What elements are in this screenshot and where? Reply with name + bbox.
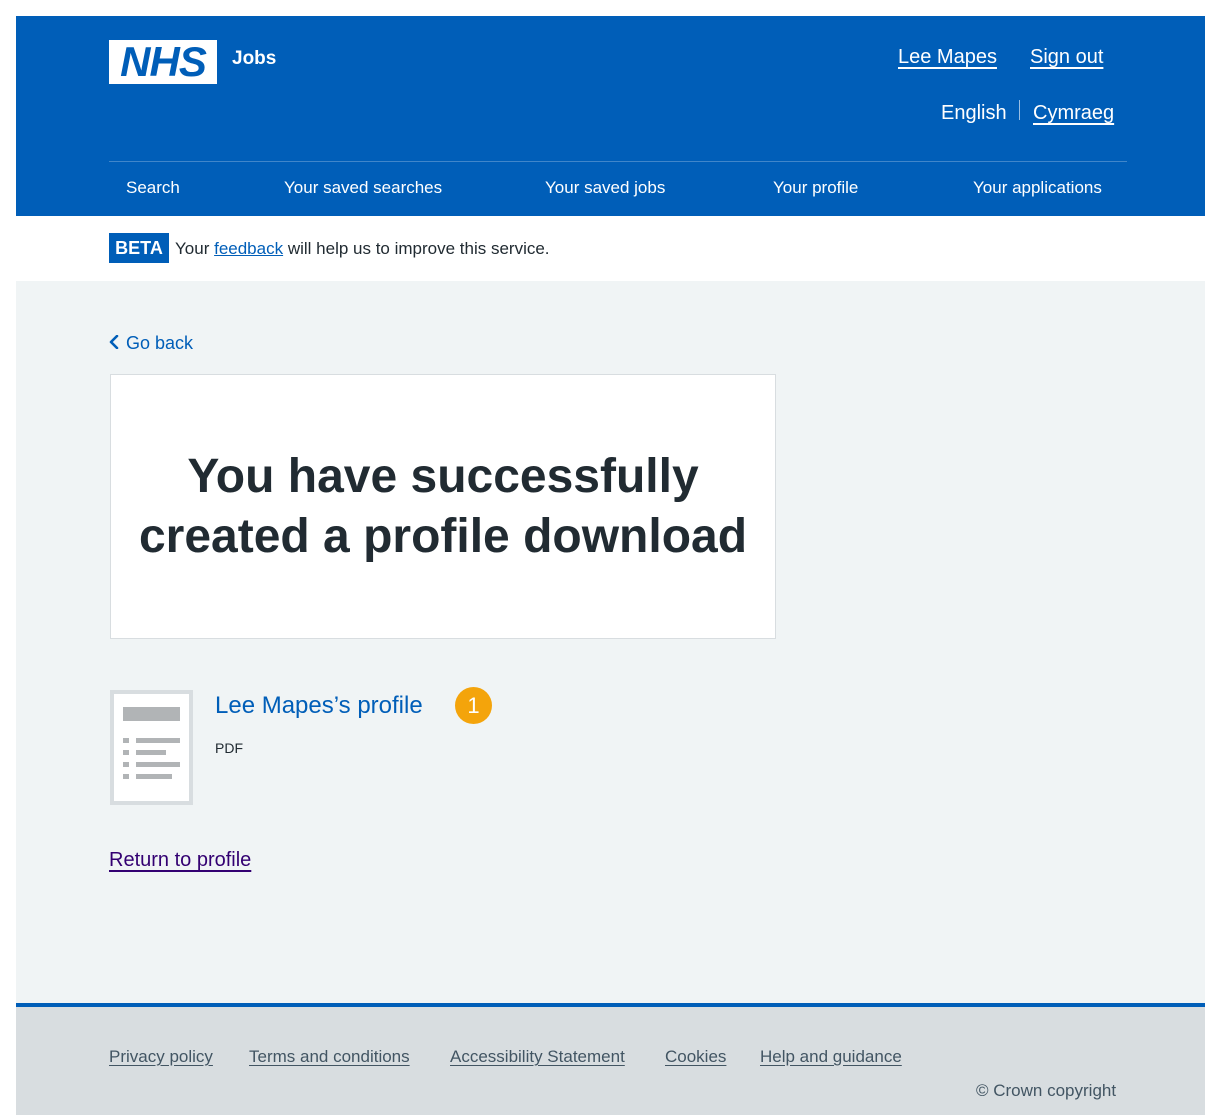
nav-applications[interactable]: Your applications [973, 178, 1102, 198]
site-header: NHS Jobs Lee Mapes Sign out English Cymr… [16, 16, 1205, 216]
nhs-logo-text: NHS [120, 38, 207, 85]
feedback-link[interactable]: feedback [214, 239, 283, 258]
nav-saved-searches[interactable]: Your saved searches [284, 178, 442, 198]
nhs-logo[interactable]: NHS [109, 40, 217, 84]
copyright: © Crown copyright [976, 1081, 1117, 1100]
nav-search[interactable]: Search [126, 178, 180, 198]
return-to-profile-link[interactable]: Return to profile [109, 849, 251, 872]
page: NHS Jobs Lee Mapes Sign out English Cymr… [16, 16, 1205, 1115]
beta-banner: BETA Your feedback will help us to impro… [16, 216, 1205, 281]
site-footer: Privacy policy Terms and conditions Acce… [16, 1003, 1205, 1115]
footer-terms-link[interactable]: Terms and conditions [249, 1047, 410, 1067]
footer-help-link[interactable]: Help and guidance [760, 1047, 902, 1067]
beta-text-before: Your [175, 239, 210, 258]
go-back-link[interactable]: Go back [109, 333, 193, 354]
language-separator [1019, 100, 1020, 120]
language-current: English [941, 102, 1007, 124]
confirmation-panel: You have successfully created a profile … [110, 374, 776, 639]
beta-text-after: will help us to improve this service. [287, 239, 550, 258]
go-back-label: Go back [126, 333, 194, 353]
account-link[interactable]: Lee Mapes [898, 46, 997, 69]
footer-privacy-link[interactable]: Privacy policy [109, 1047, 213, 1067]
primary-nav: Search Your saved searches Your saved jo… [109, 161, 1127, 216]
document-thumbnail-icon[interactable] [110, 690, 193, 805]
service-name[interactable]: Jobs [232, 48, 276, 70]
footer-cookies-link[interactable]: Cookies [665, 1047, 726, 1067]
profile-download-link[interactable]: Lee Mapes’s profile [215, 692, 423, 720]
footer-accessibility-link[interactable]: Accessibility Statement [450, 1047, 625, 1067]
beta-message: Your feedback will help us to improve th… [175, 239, 550, 259]
nav-saved-jobs[interactable]: Your saved jobs [545, 178, 665, 198]
sign-out-link[interactable]: Sign out [1030, 46, 1103, 69]
panel-title: You have successfully created a profile … [138, 449, 748, 563]
step-badge: 1 [455, 687, 492, 724]
file-type: PDF [215, 740, 243, 756]
browser-frame: NHS Jobs Lee Mapes Sign out English Cymr… [0, 0, 1205, 1115]
chevron-left-icon [109, 334, 119, 352]
nav-profile[interactable]: Your profile [773, 178, 858, 198]
beta-tag: BETA [109, 233, 169, 263]
language-cymraeg-link[interactable]: Cymraeg [1033, 102, 1114, 125]
